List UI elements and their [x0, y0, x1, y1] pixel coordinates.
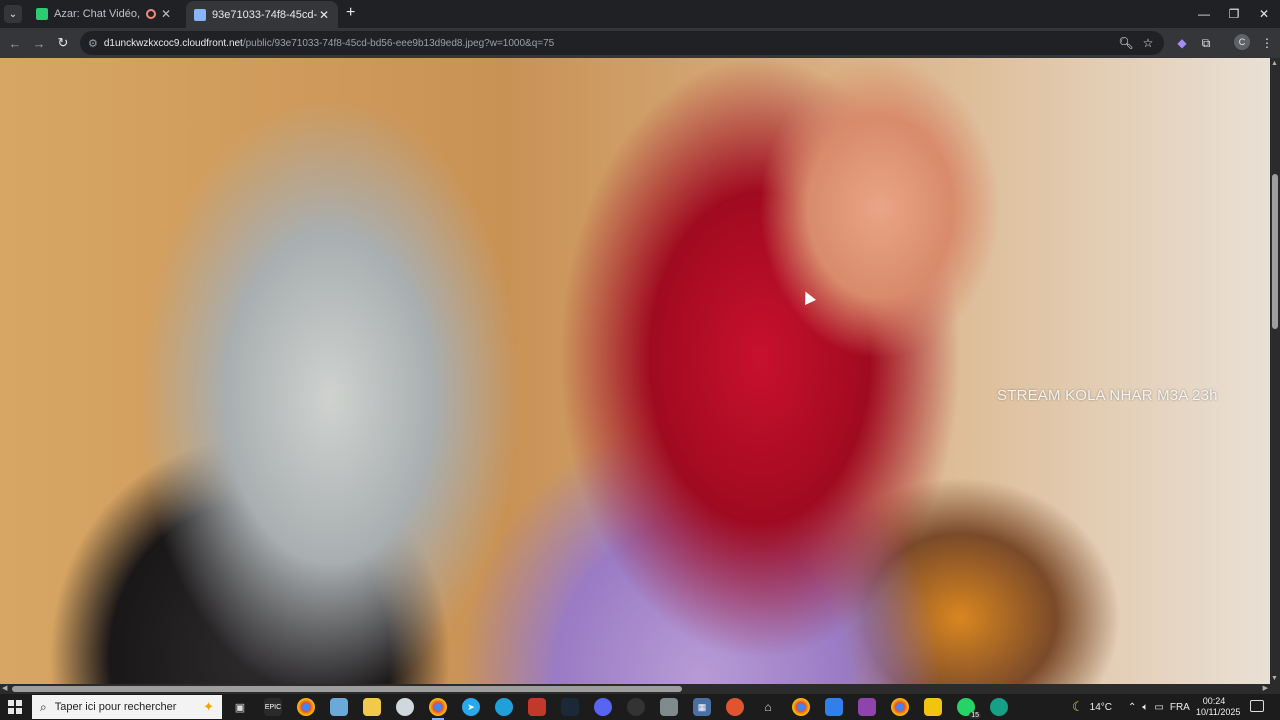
url-path: /public/93e71033-74f8-45cd-bd56-eee9b13d… [242, 37, 555, 49]
image-favicon-icon [194, 8, 206, 21]
taskbar-clock[interactable]: 00:24 10/11/2025 [1196, 696, 1241, 718]
chrome-active-icon[interactable] [429, 698, 447, 720]
discord-icon[interactable] [594, 698, 612, 716]
windows-start-icon[interactable] [8, 700, 22, 714]
search-placeholder: Taper ici pour rechercher [54, 701, 177, 713]
weather-temp: 14°C [1089, 701, 1112, 713]
horizontal-scroll-thumb[interactable] [12, 686, 682, 692]
language-indicator[interactable]: FRA [1170, 702, 1190, 713]
edge-icon[interactable] [495, 698, 513, 716]
file-explorer-icon[interactable] [363, 698, 381, 716]
volume-icon[interactable]: 🔈︎ [1142, 702, 1148, 713]
chrome-profile-icon[interactable] [891, 698, 909, 716]
image-viewer[interactable]: STREAM KOLA NHAR M3A 23h [0, 58, 1270, 684]
reload-icon[interactable]: ↻ [54, 34, 72, 52]
azar-favicon-icon [36, 8, 48, 20]
profile-icon[interactable]: C [1234, 34, 1250, 50]
extensions-icon[interactable]: ⧉ [1197, 34, 1215, 52]
clock-date: 10/11/2025 [1196, 707, 1241, 717]
site-info-icon[interactable]: ⚙ [88, 37, 98, 50]
horizontal-scrollbar[interactable]: ◀ ▶ [0, 684, 1270, 694]
search-icon: ⌕ [40, 699, 47, 714]
new-tab-button[interactable]: + [346, 5, 355, 21]
scroll-down-icon[interactable]: ▼ [1271, 675, 1278, 682]
telegram-icon[interactable]: ➤ [462, 698, 480, 716]
whatsapp-badge: 15 [969, 712, 981, 719]
copilot-sparkle-icon: ✦ [203, 699, 214, 714]
tray-chevron-icon[interactable]: ⌃ [1128, 702, 1136, 713]
bookmark-star-icon[interactable]: ☆ [1139, 34, 1157, 52]
calculator-icon[interactable]: ▦ [693, 698, 711, 716]
app-icon[interactable] [726, 698, 744, 716]
app-icon[interactable] [627, 698, 645, 716]
close-tab-icon[interactable]: ✕ [160, 7, 172, 21]
gemini-icon[interactable]: ◆ [1173, 34, 1191, 52]
forward-icon[interactable]: → [30, 34, 48, 52]
moon-icon: ☾ [1072, 699, 1084, 714]
restore-icon[interactable]: ❐ [1218, 0, 1250, 28]
mouse-cursor-icon [800, 289, 816, 305]
scroll-left-icon[interactable]: ◀ [2, 684, 7, 692]
tab-image[interactable]: 93e71033-74f8-45cd-bd56-eee9b13d9ed8.jpe… [186, 1, 338, 28]
store-icon[interactable]: ⌂ [759, 698, 777, 716]
steam-icon[interactable] [561, 698, 579, 716]
menu-icon[interactable]: ⋮ [1258, 34, 1276, 52]
notification-icon[interactable] [1250, 700, 1264, 712]
scroll-corner [1270, 684, 1280, 694]
address-bar[interactable]: ⚙ d1unckwzkxcoc9.cloudfront.net/public/9… [80, 31, 1164, 55]
app-icon[interactable] [924, 698, 942, 716]
epic-games-icon[interactable]: EPIC [264, 698, 282, 716]
chrome-profile-icon[interactable] [792, 698, 810, 716]
clock-time: 00:24 [1202, 696, 1226, 706]
url-host: d1unckwzkxcoc9.cloudfront.net [103, 37, 243, 49]
app-icon[interactable] [396, 698, 414, 716]
system-tray: ⌃ 🔈︎ ▭ FRA [1128, 694, 1190, 720]
close-icon[interactable]: ✕ [1248, 0, 1280, 28]
vertical-scrollbar[interactable]: ▲ ▼ [1270, 58, 1280, 684]
network-icon[interactable]: ▭ [1154, 702, 1163, 713]
recording-indicator-icon [146, 9, 156, 19]
windows-taskbar: ⌕ Taper ici pour rechercher ✦ ▣ EPIC ➤ ▦… [0, 694, 1280, 720]
app-icon[interactable] [990, 698, 1008, 716]
scroll-right-icon[interactable]: ▶ [1263, 684, 1268, 692]
tab-search-icon[interactable]: ⌄ [4, 5, 22, 23]
tab-strip: ⌄ Azar: Chat Vidéo, Rencontre ✕ 93e71033… [0, 0, 1280, 28]
close-tab-icon[interactable]: ✕ [318, 8, 330, 22]
zoom-icon[interactable]: 🔍︎ [1117, 34, 1135, 52]
whatsapp-icon[interactable]: 15 [957, 698, 981, 719]
task-view-icon[interactable]: ▣ [231, 698, 249, 716]
vertical-scroll-thumb[interactable] [1272, 174, 1278, 329]
minimize-icon[interactable]: — [1188, 0, 1220, 28]
weather-widget[interactable]: ☾ 14°C [1072, 694, 1112, 720]
app-icon[interactable] [660, 698, 678, 716]
browser-toolbar: ← → ↻ ⚙ d1unckwzkxcoc9.cloudfront.net/pu… [0, 28, 1280, 58]
taskbar-search-box[interactable]: ⌕ Taper ici pour rechercher ✦ [32, 695, 222, 719]
tab-title: 93e71033-74f8-45cd-bd56-eee9b13d9ed8.jpe… [212, 8, 318, 21]
url-text: d1unckwzkxcoc9.cloudfront.net/public/93e… [104, 38, 554, 49]
app-icon[interactable] [858, 698, 876, 716]
app-icon[interactable] [330, 698, 348, 716]
scroll-up-icon[interactable]: ▲ [1271, 60, 1278, 67]
app-icon[interactable] [528, 698, 546, 716]
tab-azar[interactable]: Azar: Chat Vidéo, Rencontre ✕ [28, 2, 180, 26]
stream-overlay-text: STREAM KOLA NHAR M3A 23h [997, 387, 1218, 404]
tab-title: Azar: Chat Vidéo, Rencontre [54, 8, 142, 20]
app-icon[interactable] [825, 698, 843, 716]
chrome-icon[interactable] [297, 698, 315, 716]
back-icon[interactable]: ← [6, 34, 24, 52]
